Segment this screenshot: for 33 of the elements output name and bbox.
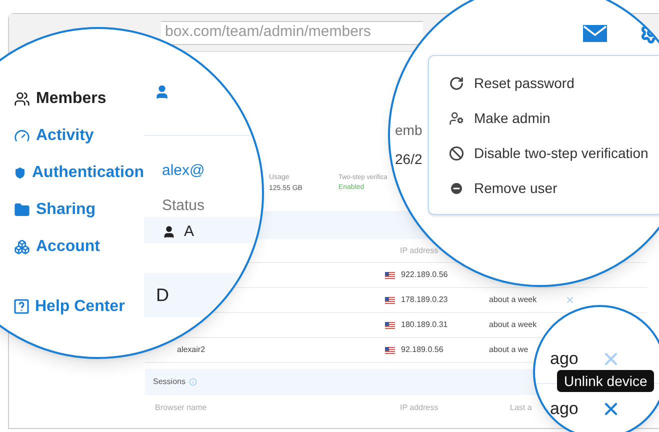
member-email: alex@ bbox=[161, 161, 206, 181]
sidebar-item[interactable]: Activity bbox=[14, 117, 144, 154]
ip-address: 178.189.0.23 bbox=[401, 295, 448, 304]
sidebar-item[interactable]: Sharing bbox=[14, 191, 144, 228]
sessions-title: Sessions bbox=[153, 376, 186, 388]
member-since-label: emb bbox=[395, 121, 422, 140]
menu-item[interactable]: Reset password bbox=[449, 66, 574, 101]
column-header: Browser name bbox=[154, 402, 208, 414]
ip-address: 92.189.0.56 bbox=[401, 345, 444, 354]
last-active: ago bbox=[549, 348, 580, 370]
help-link[interactable]: Help Center bbox=[14, 288, 144, 325]
device-name: alexair2 bbox=[177, 345, 206, 354]
ip-address: 180.189.0.31 bbox=[401, 320, 448, 329]
url-field[interactable]: box.com/team/admin/members bbox=[161, 20, 423, 44]
menu-item[interactable]: Make admin bbox=[449, 101, 550, 136]
column-header: Last a bbox=[510, 402, 532, 414]
menu-item[interactable]: Remove user bbox=[449, 171, 558, 206]
sidebar-item[interactable]: Account bbox=[14, 228, 144, 265]
sidebar-item[interactable]: Authentication bbox=[14, 154, 144, 191]
tooltip: Unlink device bbox=[557, 370, 654, 392]
last-active: about a week bbox=[489, 320, 537, 329]
column-header: IP address bbox=[400, 402, 440, 414]
status-label: Status bbox=[161, 196, 206, 216]
menu-item[interactable]: Disable two-step verification bbox=[449, 136, 648, 171]
devices-heading: D bbox=[156, 284, 169, 306]
ip-address: 922.189.0.56 bbox=[401, 270, 448, 279]
column-header: IP address bbox=[400, 244, 438, 256]
member-since-value: 26/2 bbox=[395, 150, 422, 169]
last-active: about a week bbox=[489, 295, 537, 304]
sidebar-item[interactable]: Members bbox=[14, 80, 144, 117]
last-active: about a we bbox=[489, 345, 528, 354]
last-active: ago bbox=[549, 398, 580, 420]
status-value: A bbox=[184, 222, 194, 242]
